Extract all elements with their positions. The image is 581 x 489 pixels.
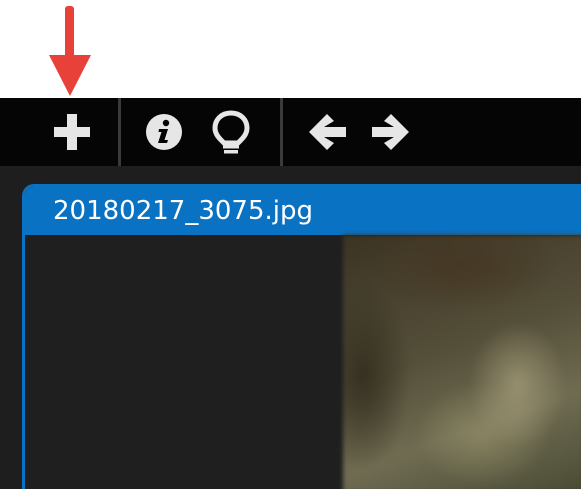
screenshot-canvas: 20180217_3075.jpg: [0, 0, 581, 489]
info-button[interactable]: [140, 98, 188, 166]
image-panel: 20180217_3075.jpg: [22, 184, 581, 489]
photo-preview[interactable]: [343, 235, 581, 489]
panel-empty-area: [25, 235, 343, 489]
info-icon: [146, 114, 182, 150]
arrow-left-icon: [309, 114, 346, 150]
plus-icon: [54, 114, 90, 150]
toolbar-separator: [280, 98, 283, 166]
arrow-right-icon: [372, 114, 409, 150]
lightbulb-icon: [212, 110, 250, 154]
tips-button[interactable]: [206, 98, 256, 166]
add-button[interactable]: [44, 98, 100, 166]
app-window: 20180217_3075.jpg: [0, 98, 581, 489]
next-button[interactable]: [366, 98, 416, 166]
image-filename-title[interactable]: 20180217_3075.jpg: [25, 187, 581, 235]
annotation-down-arrow-icon: [49, 6, 91, 96]
toolbar: [0, 98, 581, 166]
toolbar-separator: [118, 98, 121, 166]
previous-button[interactable]: [302, 98, 352, 166]
